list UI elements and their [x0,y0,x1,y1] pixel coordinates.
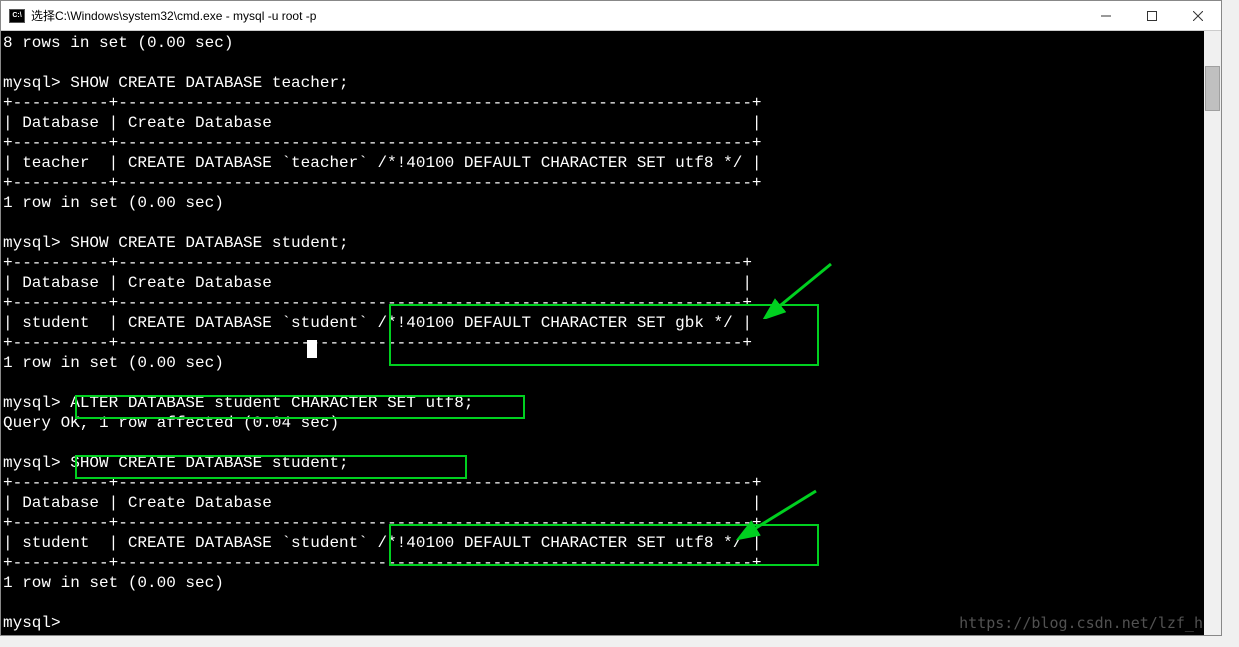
maximize-button[interactable] [1129,1,1175,31]
terminal-line: mysql> SHOW CREATE DATABASE student; [3,234,349,252]
terminal-line: 8 rows in set (0.00 sec) [3,34,233,52]
terminal-line: +----------+----------------------------… [3,294,752,312]
cmd-window: C:\ 选择C:\Windows\system32\cmd.exe - mysq… [0,0,1222,636]
minimize-button[interactable] [1083,1,1129,31]
terminal-line: +----------+----------------------------… [3,334,752,352]
terminal-line: | student | CREATE DATABASE `student` /*… [3,314,752,332]
terminal-line: | Database | Create Database | [3,494,762,512]
scrollbar-thumb[interactable] [1205,66,1220,111]
terminal-line: +----------+----------------------------… [3,514,762,532]
terminal-line: 1 row in set (0.00 sec) [3,574,224,592]
text-cursor [307,340,317,358]
terminal-line: mysql> [3,614,61,632]
terminal-line: | teacher | CREATE DATABASE `teacher` /*… [3,154,762,172]
terminal-line: Query OK, 1 row affected (0.04 sec) [3,414,339,432]
terminal-line: 1 row in set (0.00 sec) [3,354,224,372]
terminal-line: | Database | Create Database | [3,114,762,132]
terminal-line: 1 row in set (0.00 sec) [3,194,224,212]
terminal-line: mysql> SHOW CREATE DATABASE student; [3,454,349,472]
terminal-line: +----------+----------------------------… [3,134,762,152]
titlebar-buttons [1083,1,1221,30]
terminal-line: mysql> ALTER DATABASE student CHARACTER … [3,394,473,412]
titlebar: C:\ 选择C:\Windows\system32\cmd.exe - mysq… [1,1,1221,31]
terminal-output[interactable]: 8 rows in set (0.00 sec) mysql> SHOW CRE… [1,31,1221,635]
cmd-icon: C:\ [9,9,25,23]
terminal-line: | Database | Create Database | [3,274,752,292]
vertical-scrollbar[interactable] [1204,31,1221,635]
terminal-line: +----------+----------------------------… [3,474,762,492]
terminal-line: +----------+----------------------------… [3,554,762,572]
terminal-line: +----------+----------------------------… [3,174,762,192]
arrow-to-gbk [761,259,841,319]
watermark-text: https://blog.csdn.net/lzf_h [959,613,1203,633]
close-button[interactable] [1175,1,1221,31]
terminal-line: +----------+----------------------------… [3,94,762,112]
terminal-line: | student | CREATE DATABASE `student` /*… [3,534,762,552]
terminal-line: +----------+----------------------------… [3,254,752,272]
window-title: 选择C:\Windows\system32\cmd.exe - mysql -u… [31,7,1083,24]
terminal-line: mysql> SHOW CREATE DATABASE teacher; [3,74,349,92]
